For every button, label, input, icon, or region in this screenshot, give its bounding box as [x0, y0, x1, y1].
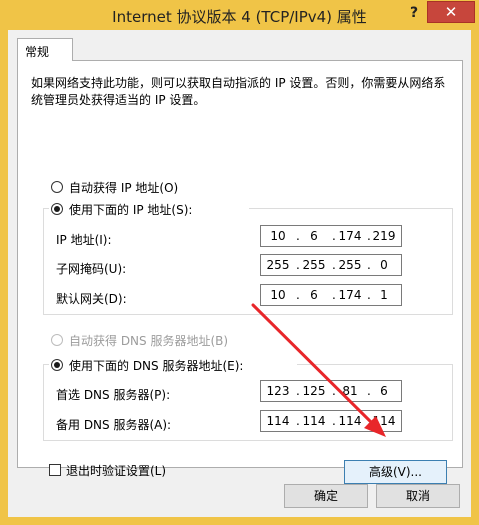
auto-ip-radio[interactable] [51, 181, 63, 193]
dialog-window: Internet 协议版本 4 (TCP/IPv4) 属性 ? ✕ 常规 如果网… [0, 0, 479, 525]
general-panel: 如果网络支持此功能，则可以获取自动指派的 IP 设置。否则，你需要从网络系统管理… [17, 60, 463, 484]
gateway-octet-3: 174 [338, 288, 362, 302]
auto-dns-label: 自动获得 DNS 服务器地址(B) [69, 334, 229, 348]
auto-ip-label: 自动获得 IP 地址(O) [69, 181, 179, 195]
ip-address-input[interactable]: 10 . 6 . 174 . 219 [260, 225, 402, 247]
adns-octet-4: 114 [372, 414, 396, 428]
gateway-label: 默认网关(D): [56, 292, 127, 306]
description-text: 如果网络支持此功能，则可以获取自动指派的 IP 设置。否则，你需要从网络系统管理… [31, 76, 446, 107]
tab-general-label: 常规 [25, 45, 50, 59]
ok-button[interactable]: 确定 [284, 484, 368, 508]
subnet-octet-2: 255 [302, 258, 326, 272]
validate-checkbox[interactable] [49, 464, 61, 476]
gateway-octet-2: 6 [310, 288, 318, 302]
adns-octet-3: 114 [338, 414, 362, 428]
help-button[interactable]: ? [404, 2, 424, 24]
advanced-button[interactable]: 高级(V)... [344, 460, 447, 484]
preferred-dns-label: 首选 DNS 服务器(P): [56, 388, 171, 402]
subnet-octet-4: 0 [380, 258, 388, 272]
alternate-dns-input[interactable]: 114 . 114 . 114 . 114 [260, 410, 402, 432]
tab-general[interactable]: 常规 [17, 38, 73, 61]
gateway-input[interactable]: 10 . 6 . 174 . 1 [260, 284, 402, 306]
adns-octet-2: 114 [302, 414, 326, 428]
pdns-octet-2: 125 [302, 384, 326, 398]
subnet-label: 子网掩码(U): [56, 262, 127, 276]
pdns-octet-4: 6 [380, 384, 388, 398]
manual-dns-label: 使用下面的 DNS 服务器地址(E): [69, 359, 244, 373]
ip-octet-1: 10 [270, 229, 286, 243]
manual-ip-label: 使用下面的 IP 地址(S): [69, 203, 193, 217]
ip-octet-2: 6 [310, 229, 318, 243]
auto-dns-radio[interactable] [51, 334, 63, 346]
manual-ip-radio[interactable] [51, 203, 63, 215]
pdns-octet-1: 123 [266, 384, 290, 398]
cancel-button[interactable]: 取消 [376, 484, 460, 508]
dialog-body: 常规 如果网络支持此功能，则可以获取自动指派的 IP 设置。否则，你需要从网络系… [8, 30, 471, 517]
gateway-octet-1: 10 [270, 288, 286, 302]
adns-octet-1: 114 [266, 414, 290, 428]
close-button[interactable]: ✕ [427, 1, 475, 23]
ip-address-label: IP 地址(I): [56, 233, 112, 247]
validate-label: 退出时验证设置(L) [66, 464, 167, 478]
title-bar[interactable]: Internet 协议版本 4 (TCP/IPv4) 属性 ? ✕ [0, 0, 479, 30]
alternate-dns-label: 备用 DNS 服务器(A): [56, 418, 172, 432]
subnet-octet-3: 255 [338, 258, 362, 272]
subnet-input[interactable]: 255 . 255 . 255 . 0 [260, 254, 402, 276]
subnet-octet-1: 255 [266, 258, 290, 272]
preferred-dns-input[interactable]: 123 . 125 . 81 . 6 [260, 380, 402, 402]
manual-dns-radio[interactable] [51, 359, 63, 371]
pdns-octet-3: 81 [342, 384, 358, 398]
gateway-octet-4: 1 [380, 288, 388, 302]
ip-octet-4: 219 [372, 229, 396, 243]
ip-octet-3: 174 [338, 229, 362, 243]
